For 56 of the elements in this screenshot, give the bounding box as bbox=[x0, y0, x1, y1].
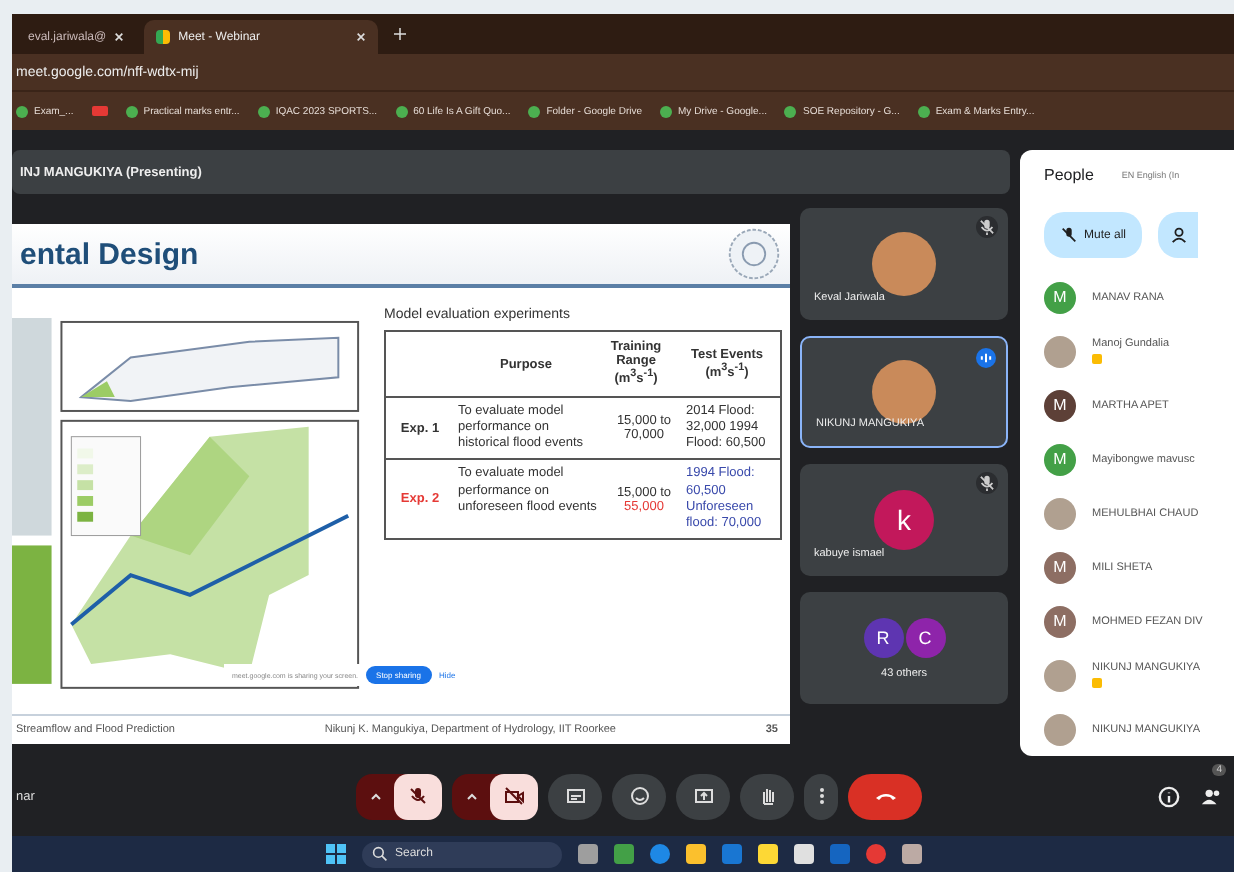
avatar: M bbox=[1044, 389, 1076, 421]
video-bookmark-icon[interactable] bbox=[91, 106, 108, 116]
avatar: M bbox=[1044, 551, 1076, 583]
avatar-photo-placeholder bbox=[872, 232, 936, 296]
caret-icon bbox=[369, 792, 381, 800]
new-tab-icon[interactable] bbox=[394, 28, 407, 40]
avatar-photo-placeholder bbox=[1044, 335, 1076, 367]
mail-icon[interactable] bbox=[721, 844, 741, 864]
close-icon[interactable] bbox=[114, 32, 125, 42]
camera-off-icon bbox=[504, 786, 524, 806]
app-icon[interactable] bbox=[901, 844, 921, 864]
avatar: R bbox=[863, 617, 903, 657]
end-call-button[interactable] bbox=[848, 773, 922, 819]
avatar: M bbox=[1044, 443, 1076, 475]
add-people-button[interactable] bbox=[1158, 212, 1199, 258]
store-icon[interactable] bbox=[793, 844, 813, 864]
phone-hangup-icon bbox=[873, 790, 897, 802]
info-icon[interactable] bbox=[1158, 785, 1180, 807]
slide-title: ental Design bbox=[20, 237, 199, 271]
seal-icon bbox=[726, 226, 782, 282]
browser-icon[interactable] bbox=[649, 844, 669, 864]
present-screen-icon bbox=[693, 786, 713, 806]
captions-button[interactable] bbox=[548, 773, 602, 819]
smiley-icon bbox=[629, 786, 649, 806]
notes-icon[interactable] bbox=[757, 844, 777, 864]
mic-off-icon bbox=[1060, 226, 1078, 244]
hand-icon bbox=[757, 786, 777, 806]
emoji-button[interactable] bbox=[612, 773, 666, 819]
mic-off-button[interactable] bbox=[394, 773, 442, 819]
camera-off-button[interactable] bbox=[490, 773, 538, 819]
avatar-photo-placeholder bbox=[1044, 659, 1076, 691]
mic-off-icon bbox=[408, 786, 428, 806]
app-icon[interactable] bbox=[613, 844, 633, 864]
close-icon[interactable] bbox=[356, 32, 367, 42]
more-icon bbox=[817, 786, 825, 806]
avatar-photo-placeholder bbox=[1044, 713, 1076, 745]
avatar: k bbox=[874, 490, 934, 550]
panel-title: People bbox=[1044, 166, 1094, 184]
search-icon bbox=[371, 846, 387, 862]
chrome-icon[interactable] bbox=[865, 844, 885, 864]
avatar: M bbox=[1044, 605, 1076, 637]
avatar: C bbox=[905, 617, 945, 657]
speaking-icon bbox=[976, 348, 996, 368]
caret-icon bbox=[465, 792, 477, 800]
present-button[interactable] bbox=[676, 773, 730, 819]
meet-logo-icon bbox=[156, 30, 171, 44]
people-icon[interactable] bbox=[1200, 785, 1222, 807]
person-icon bbox=[1170, 226, 1189, 244]
captions-icon bbox=[565, 786, 585, 806]
more-options-button[interactable] bbox=[804, 773, 838, 819]
raise-hand-button[interactable] bbox=[740, 773, 794, 819]
start-icon[interactable] bbox=[325, 844, 345, 864]
avatar: M bbox=[1044, 281, 1076, 313]
task-view-icon[interactable] bbox=[577, 844, 597, 864]
avatar-photo-placeholder bbox=[1044, 497, 1076, 529]
folder-icon[interactable] bbox=[685, 844, 705, 864]
